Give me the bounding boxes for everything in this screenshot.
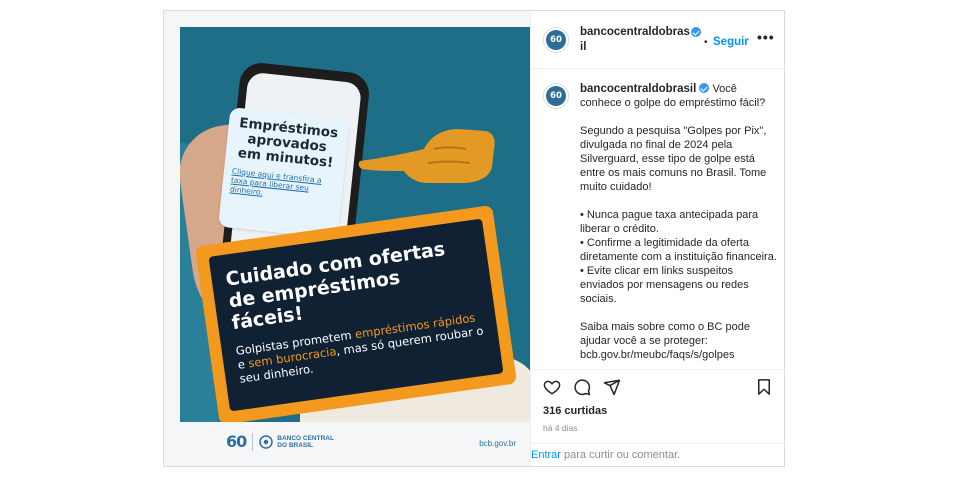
bcb-url: bcb.gov.br bbox=[479, 439, 516, 448]
scam-message-bubble: Empréstimos aprovados em minutos! Clique… bbox=[218, 107, 350, 239]
caption-bullets: • Nunca pague taxa antecipada para liber… bbox=[580, 209, 777, 305]
comment-login-bar: Entrar para curtir ou comentar. bbox=[531, 443, 785, 466]
post-sidebar: 60 bancocentraldobrasil • Seguir ••• 60 … bbox=[530, 11, 785, 466]
caption-username[interactable]: bancocentraldobrasil bbox=[580, 83, 696, 95]
follow-button[interactable]: Seguir bbox=[713, 36, 749, 48]
logo-divider bbox=[252, 432, 254, 451]
login-link[interactable]: Entrar bbox=[531, 449, 561, 461]
header-username[interactable]: bancocentraldobrasil bbox=[580, 25, 690, 55]
bcb-logo: 60 BANCO CENTRAL DO BRASIL bbox=[226, 432, 334, 451]
caption-text: bancocentraldobrasil Você conhece o golp… bbox=[580, 82, 780, 369]
verified-badge-icon bbox=[691, 27, 701, 37]
caption-link[interactable]: bcb.gov.br/meubc/faqs/s/golpes bbox=[580, 349, 735, 361]
avatar-logo: 60 bbox=[546, 30, 566, 50]
verified-badge-icon bbox=[699, 83, 710, 93]
save-icon[interactable] bbox=[755, 378, 773, 396]
avatar-logo: 60 bbox=[546, 86, 566, 106]
caption-intro: bancocentraldobrasil Você conhece o golp… bbox=[580, 82, 780, 110]
post-media: Empréstimos aprovados em minutos! Clique… bbox=[164, 11, 530, 466]
avatar[interactable]: 60 bbox=[543, 27, 569, 53]
comment-icon[interactable] bbox=[573, 378, 591, 396]
post-header: 60 bancocentraldobrasil • Seguir ••• bbox=[531, 11, 785, 69]
caption-paragraph-text: Saiba mais sobre como o BC pode ajudar v… bbox=[580, 321, 750, 347]
post-timestamp[interactable]: há 4 dias bbox=[543, 423, 578, 433]
caption-avatar[interactable]: 60 bbox=[543, 83, 569, 109]
more-options-icon[interactable]: ••• bbox=[757, 29, 775, 45]
scam-message-link: Clique aqui e transfira a taxa para libe… bbox=[229, 166, 323, 197]
login-prompt-text: para curtir ou comentar. bbox=[560, 449, 681, 461]
media-footer: 60 BANCO CENTRAL DO BRASIL bcb.gov.br bbox=[180, 422, 530, 466]
caption-paragraph: Saiba mais sobre como o BC pode ajudar v… bbox=[580, 320, 780, 362]
post-image: Empréstimos aprovados em minutos! Clique… bbox=[180, 27, 530, 422]
caption-area[interactable]: 60 bancocentraldobrasil Você conhece o g… bbox=[531, 69, 785, 369]
share-icon[interactable] bbox=[603, 378, 621, 396]
likes-count[interactable]: 316 curtidas bbox=[543, 405, 607, 417]
caption-paragraph: Segundo a pesquisa "Golpes por Pix", div… bbox=[580, 125, 767, 193]
bcb-60-mark: 60 bbox=[226, 432, 247, 451]
bcb-emblem-icon bbox=[259, 434, 274, 449]
bcb-name-line: DO BRASIL bbox=[277, 441, 314, 449]
scam-message-title: Empréstimos aprovados em minutos! bbox=[237, 115, 339, 172]
pointing-hand-icon bbox=[358, 129, 495, 183]
instagram-post: Empréstimos aprovados em minutos! Clique… bbox=[163, 10, 785, 467]
bcb-name-line: BANCO CENTRAL bbox=[277, 434, 334, 442]
action-bar bbox=[531, 369, 785, 399]
dot-separator: • bbox=[704, 37, 708, 48]
bcb-name: BANCO CENTRAL DO BRASIL bbox=[277, 435, 334, 449]
heart-icon[interactable] bbox=[543, 378, 561, 396]
